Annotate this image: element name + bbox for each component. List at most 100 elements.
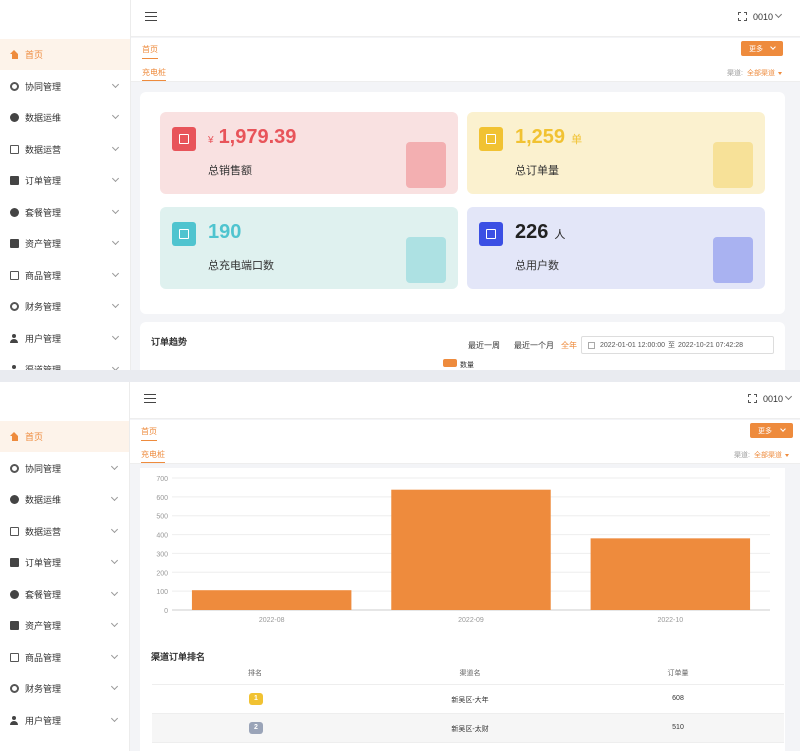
chevron-down-icon — [110, 588, 119, 596]
person-icon-watermark — [713, 237, 753, 283]
chevron-down-icon — [110, 651, 119, 659]
channel-filter[interactable]: 渠道: 全部渠道 — [734, 450, 789, 460]
tab-charging-pile[interactable]: 充电桩 — [142, 67, 166, 81]
chevron-down-icon — [770, 44, 776, 50]
tab-bar: 首页 充电桩 更多 渠道: 全部渠道 — [131, 38, 800, 82]
sidebar-item-label: 数据运营 — [25, 144, 62, 155]
gear-icon — [10, 113, 19, 122]
stat-total-orders: 1,259 单总订单量 — [467, 112, 765, 194]
stat-label: 总用户数 — [515, 260, 559, 272]
fullscreen-icon[interactable] — [738, 12, 747, 21]
chevron-down-icon[interactable] — [784, 392, 793, 401]
screen-top: 首页 协同管理 数据运维 数据运营 订单管理 套餐管理 资产管理 商品管理 财务管理 用户管理 渠道… — [0, 0, 800, 370]
sidebar-item-7[interactable]: 商品管理 — [0, 260, 130, 291]
y-tick-label: 200 — [156, 570, 168, 577]
chevron-down-icon — [780, 426, 786, 432]
sidebar-item-2[interactable]: 数据运维 — [0, 484, 129, 515]
building-icon — [10, 239, 19, 248]
calendar-icon — [588, 342, 595, 349]
sidebar-item-8[interactable]: 财务管理 — [0, 673, 129, 704]
sidebar-item-4[interactable]: 订单管理 — [0, 547, 129, 578]
sidebar-item-6[interactable]: 资产管理 — [0, 228, 130, 259]
sidebar-item-8[interactable]: 财务管理 — [0, 291, 130, 322]
bar-2022-08[interactable] — [191, 590, 352, 610]
user-code[interactable]: 0010 — [753, 12, 773, 22]
sidebar-item-label: 数据运营 — [25, 526, 62, 537]
channel-filter[interactable]: 渠道: 全部渠道 — [727, 68, 782, 78]
order-count: 608 — [672, 695, 684, 702]
sidebar-item-5[interactable]: 套餐管理 — [0, 197, 130, 228]
y-tick-label: 400 — [156, 533, 168, 540]
legend-label-quantity: 数量 — [460, 362, 474, 369]
bar-2022-10[interactable] — [590, 538, 751, 610]
x-tick-label: 2022-10 — [657, 617, 683, 624]
table-divider — [152, 742, 784, 743]
y-tick-label: 0 — [164, 608, 168, 615]
channel-value: 全部渠道 — [746, 70, 775, 77]
fullscreen-icon[interactable] — [748, 394, 757, 403]
sidebar-item-10[interactable]: 渠道管理 — [0, 354, 130, 370]
tab-charging-pile[interactable]: 充电桩 — [141, 449, 165, 463]
sidebar-item-3[interactable]: 数据运营 — [0, 516, 129, 547]
sidebar-item-label: 协同管理 — [25, 463, 62, 474]
more-button[interactable]: 更多 — [741, 41, 783, 56]
more-button[interactable]: 更多 — [750, 423, 793, 438]
sidebar-item-1[interactable]: 协同管理 — [0, 453, 129, 484]
range-week[interactable]: 最近一周 — [468, 340, 500, 351]
home-icon — [10, 50, 19, 59]
chevron-down-icon — [111, 237, 120, 246]
sidebar-item-label: 协同管理 — [25, 81, 62, 92]
order-trend-title: 订单趋势 — [151, 337, 188, 347]
menu-toggle-icon[interactable] — [145, 12, 157, 21]
sidebar-item-label: 资产管理 — [25, 239, 62, 249]
sidebar-item-9[interactable]: 用户管理 — [0, 323, 130, 354]
chevron-down-icon — [111, 332, 120, 340]
sidebar-item-label: 首页 — [25, 50, 44, 60]
stat-number: 190 — [208, 221, 242, 243]
user-icon — [10, 715, 19, 725]
ranking-header-count: 订单量 — [667, 670, 689, 677]
tab-home[interactable]: 首页 — [141, 426, 157, 441]
sidebar-item-1[interactable]: 协同管理 — [0, 71, 130, 102]
range-year[interactable]: 全年 — [561, 340, 577, 351]
range-month[interactable]: 最近一个月 — [514, 340, 554, 351]
chevron-down-icon — [110, 619, 119, 628]
channel-name: 新吴区-大年 — [451, 697, 489, 704]
sidebar-item-7[interactable]: 商品管理 — [0, 642, 129, 673]
sidebar-item-9[interactable]: 用户管理 — [0, 705, 129, 736]
sidebar-item-0[interactable]: 首页 — [0, 421, 129, 452]
finance-icon — [10, 684, 19, 693]
user-code[interactable]: 0010 — [763, 394, 783, 404]
user-icon — [10, 333, 19, 343]
sidebar-item-label: 商品管理 — [25, 652, 62, 663]
sidebar-item-2[interactable]: 数据运维 — [0, 102, 130, 133]
sidebar-item-3[interactable]: 数据运营 — [0, 134, 130, 165]
sidebar-item-5[interactable]: 套餐管理 — [0, 579, 129, 610]
channel-label: 渠道: — [734, 452, 750, 459]
date-range-picker[interactable]: 2022-01-01 12:00:00 至 2022-10-21 07:42:2… — [581, 336, 774, 354]
card-icon — [10, 144, 19, 154]
stat-number: 1,979.39 — [218, 126, 297, 148]
sidebar: 首页协同管理数据运维数据运营订单管理套餐管理资产管理商品管理财务管理用户管理 — [0, 382, 130, 751]
sidebar-item-0[interactable]: 首页 — [0, 39, 130, 70]
bar-2022-09[interactable] — [391, 489, 551, 610]
sidebar-item-label: 套餐管理 — [25, 589, 62, 600]
tab-bar: 首页 充电桩 更多 渠道: 全部渠道 — [130, 420, 800, 464]
sidebar-item-6[interactable]: 资产管理 — [0, 610, 129, 641]
menu-toggle-icon[interactable] — [144, 394, 156, 403]
stat-total-sales: ¥1,979.39 总销售额 — [160, 112, 458, 194]
gear-icon — [10, 495, 19, 504]
chevron-down-icon — [110, 462, 119, 470]
chart-and-ranking-card: 0 100 200 300 400 500 600 700 2022-08 2022-09 2022… — [140, 468, 785, 751]
table-row: 2 新吴区-太财 510 — [152, 714, 784, 743]
chevron-down-icon — [111, 143, 120, 151]
chevron-down-icon[interactable] — [774, 10, 783, 19]
order-bar-chart: 0 100 200 300 400 500 600 700 2022-08 2022-09 2022… — [156, 476, 770, 624]
date-end: 2022-10-21 07:42:28 — [678, 341, 743, 349]
y-tick-label: 300 — [156, 551, 168, 558]
sidebar-item-4[interactable]: 订单管理 — [0, 165, 130, 196]
sidebar-item-label: 财务管理 — [25, 684, 62, 694]
tab-home[interactable]: 首页 — [142, 44, 158, 59]
bar-chart-icon-watermark — [406, 142, 446, 188]
sidebar-item-label: 渠道管理 — [25, 365, 62, 370]
